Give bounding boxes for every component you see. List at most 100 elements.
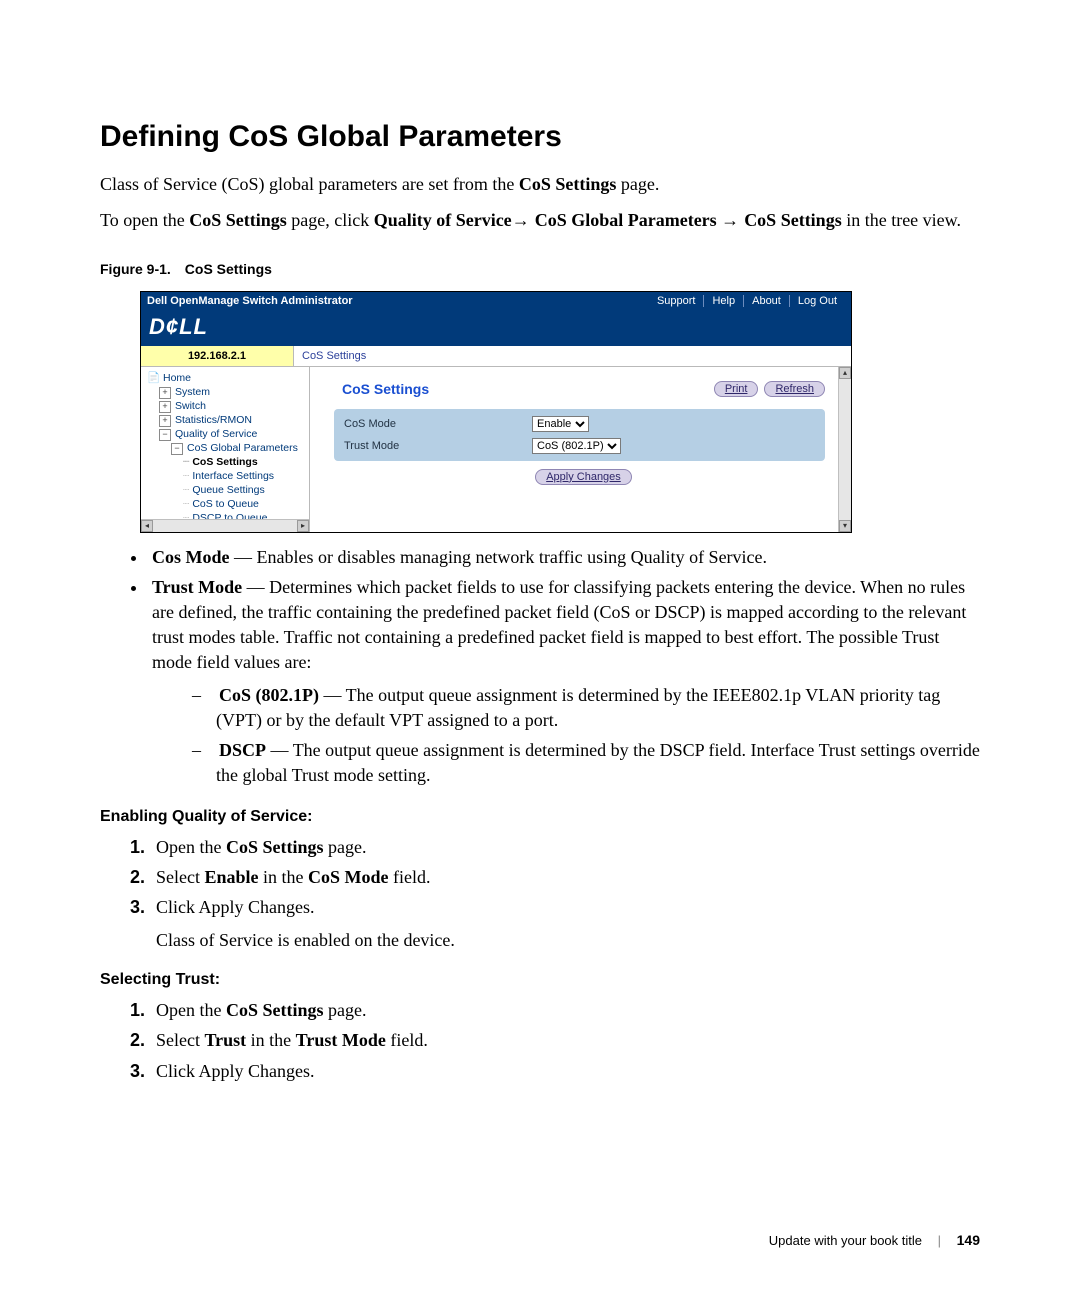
tree-label: System: [175, 386, 210, 398]
label-trust-mode: Trust Mode: [340, 435, 528, 457]
collapse-icon[interactable]: −: [171, 443, 183, 455]
list-item: DSCP — The output queue assignment is de…: [192, 738, 980, 788]
screenshot-cos-settings: Dell OpenManage Switch Administrator Sup…: [140, 291, 852, 533]
tree-label: Interface Settings: [192, 470, 274, 482]
tree-cos-settings[interactable]: CoS Settings: [183, 455, 305, 469]
text: Select: [156, 1030, 204, 1050]
text: Open the: [156, 837, 226, 857]
tree-interface-settings[interactable]: Interface Settings: [183, 469, 305, 483]
text-bold: CoS Global Parameters: [535, 210, 721, 230]
panel-title: CoS Settings: [342, 381, 429, 397]
tree-label: CoS Settings: [192, 456, 257, 468]
definition-list: Cos Mode — Enables or disables managing …: [100, 545, 980, 788]
figure-number: Figure 9-1.: [100, 261, 171, 277]
tree-label: CoS to Queue: [192, 498, 259, 510]
text: page, click: [287, 210, 374, 230]
steps-enable-qos: Open the CoS Settings page. Select Enabl…: [100, 834, 980, 920]
tree-qos[interactable]: −Quality of Service −CoS Global Paramete…: [159, 427, 305, 525]
list-item: Trust Mode — Determines which packet fie…: [148, 575, 980, 788]
text-bold: Enable: [204, 867, 258, 887]
text-bold: Trust: [204, 1030, 246, 1050]
text: field.: [386, 1030, 428, 1050]
dell-logo: D¢LL: [149, 314, 208, 339]
term: CoS (802.1P): [219, 685, 319, 705]
nav-tree[interactable]: 📄 Home +System +Switch +Statistics/RMON …: [141, 367, 310, 532]
text-bold: CoS Settings: [226, 1000, 324, 1020]
text: To open the: [100, 210, 189, 230]
device-ip: 192.168.2.1: [141, 346, 294, 366]
step: Click Apply Changes.: [150, 1058, 980, 1084]
text-bold: CoS Settings: [226, 837, 324, 857]
link-support[interactable]: Support: [649, 295, 704, 307]
tree-label: Home: [163, 372, 191, 384]
intro-paragraph-2: To open the CoS Settings page, click Qua…: [100, 208, 980, 232]
separator-icon: |: [938, 1233, 941, 1248]
refresh-button[interactable]: Refresh: [764, 381, 825, 397]
step: Open the CoS Settings page.: [150, 834, 980, 860]
scroll-down-icon[interactable]: ▾: [839, 520, 851, 532]
definition: — Enables or disables managing network t…: [230, 547, 768, 567]
tree-switch[interactable]: + Switch: [159, 399, 305, 413]
tree-cos-global[interactable]: −CoS Global Parameters CoS Settings Inte…: [171, 441, 305, 525]
app-titlebar: Dell OpenManage Switch Administrator Sup…: [141, 292, 851, 310]
text-bold: CoS Settings: [189, 210, 287, 230]
apply-changes-button[interactable]: Apply Changes: [535, 469, 632, 485]
text-bold: CoS Settings: [519, 174, 617, 194]
page-footer: Update with your book title | 149: [769, 1232, 980, 1248]
expand-icon[interactable]: +: [159, 415, 171, 427]
tree-system[interactable]: + System: [159, 385, 305, 399]
breadcrumb-bar: 192.168.2.1 CoS Settings: [141, 346, 851, 367]
expand-icon[interactable]: +: [159, 387, 171, 399]
link-logout[interactable]: Log Out: [789, 295, 845, 307]
scroll-up-icon[interactable]: ▴: [839, 367, 851, 379]
logo-bar: D¢LL: [141, 310, 851, 346]
text: in the: [259, 867, 309, 887]
text-bold: Quality of Service: [374, 210, 512, 230]
scroll-left-icon[interactable]: ◂: [141, 520, 153, 532]
tree-queue-settings[interactable]: Queue Settings: [183, 483, 305, 497]
subheading-select-trust: Selecting Trust:: [100, 971, 980, 989]
step: Select Enable in the CoS Mode field.: [150, 864, 980, 890]
content-vertical-scrollbar[interactable]: ▴ ▾: [838, 367, 851, 532]
figure-caption: Figure 9-1.CoS Settings: [100, 261, 980, 277]
definition: — The output queue assignment is determi…: [216, 685, 940, 730]
link-help[interactable]: Help: [703, 295, 743, 307]
scroll-right-icon[interactable]: ▸: [297, 520, 309, 532]
step: Click Apply Changes.: [150, 894, 980, 920]
definition: — The output queue assignment is determi…: [216, 740, 980, 785]
text-bold: CoS Mode: [308, 867, 389, 887]
app-title: Dell OpenManage Switch Administrator: [147, 295, 353, 307]
collapse-icon[interactable]: −: [159, 429, 171, 441]
list-item: CoS (802.1P) — The output queue assignme…: [192, 683, 980, 733]
sublist: CoS (802.1P) — The output queue assignme…: [152, 683, 980, 788]
tree-stats[interactable]: +Statistics/RMON: [159, 413, 305, 427]
step: Open the CoS Settings page.: [150, 997, 980, 1023]
text: Class of Service (CoS) global parameters…: [100, 174, 519, 194]
term: DSCP: [219, 740, 266, 760]
tree-label: Switch: [175, 400, 206, 412]
text: in the: [246, 1030, 296, 1050]
tree-horizontal-scrollbar[interactable]: ◂ ▸: [141, 519, 309, 532]
settings-form: CoS Mode Enable Trust Mode C: [334, 409, 825, 461]
print-button[interactable]: Print: [714, 381, 759, 397]
list-item: Cos Mode — Enables or disables managing …: [148, 545, 980, 570]
label-cos-mode: CoS Mode: [340, 413, 528, 435]
tree-home[interactable]: 📄 Home +System +Switch +Statistics/RMON …: [147, 371, 305, 525]
select-trust-mode[interactable]: CoS (802.1P): [532, 438, 621, 454]
steps-select-trust: Open the CoS Settings page. Select Trust…: [100, 997, 980, 1083]
link-about[interactable]: About: [743, 295, 789, 307]
term: Trust Mode: [152, 577, 242, 597]
form-row-cos-mode: CoS Mode Enable: [340, 413, 819, 435]
text: Open the: [156, 1000, 226, 1020]
text: in the tree view.: [842, 210, 961, 230]
arrow-icon: →: [721, 210, 744, 230]
tree-label: Queue Settings: [192, 484, 264, 496]
select-cos-mode[interactable]: Enable: [532, 416, 589, 432]
footer-title: Update with your book title: [769, 1233, 922, 1248]
expand-icon[interactable]: +: [159, 401, 171, 413]
text: Click Apply Changes.: [156, 1061, 315, 1081]
tree-cos-to-queue[interactable]: CoS to Queue: [183, 497, 305, 511]
intro-paragraph-1: Class of Service (CoS) global parameters…: [100, 172, 980, 196]
tree-label: Quality of Service: [175, 428, 257, 440]
definition: — Determines which packet fields to use …: [152, 577, 966, 671]
